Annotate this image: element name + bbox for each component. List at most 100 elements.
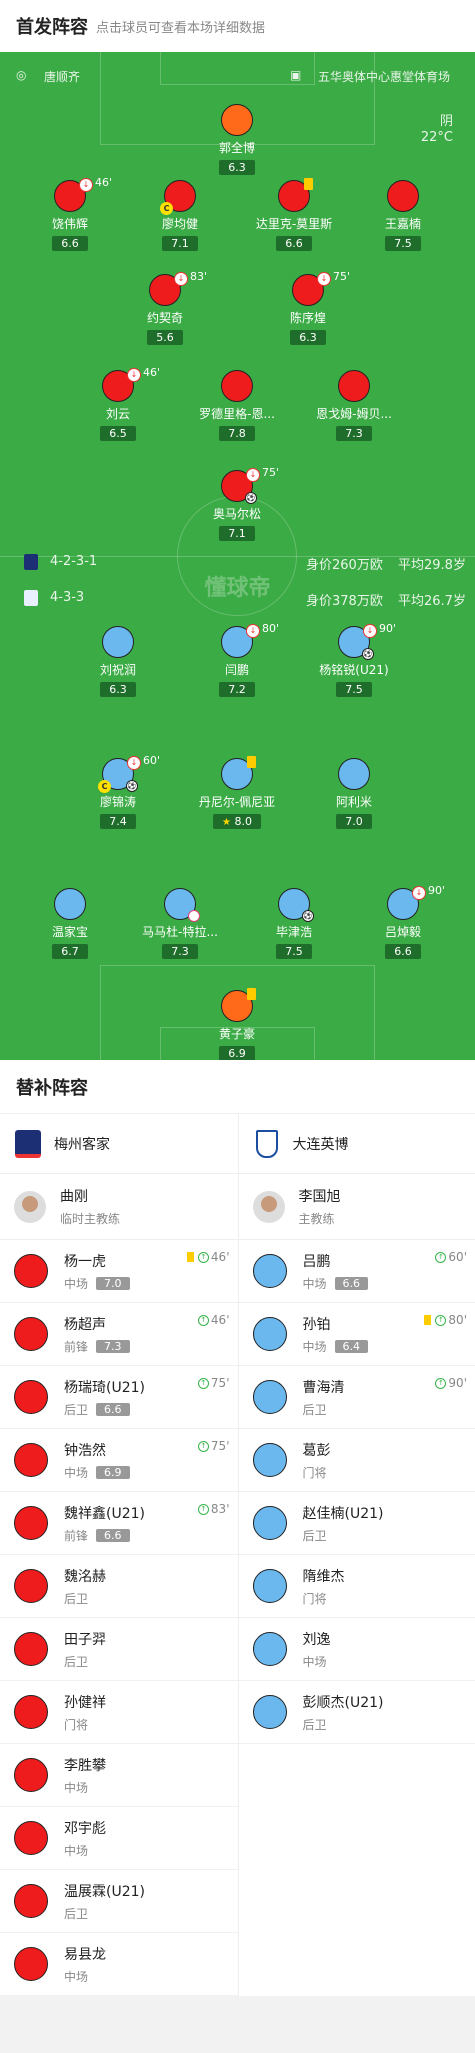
sub-player-row[interactable]: 隋维杰 门将 [238, 1555, 475, 1618]
player-away[interactable]: 马马杜-特拉... 7.3 [115, 888, 245, 959]
home-team[interactable]: 梅州客家 [0, 1114, 238, 1174]
sub-player-name: 田子羿 [64, 1631, 106, 1648]
sub-player-row[interactable]: 杨一虎 中场 7.0 ↑ 46' [0, 1240, 238, 1303]
whistle-icon: ◎ [16, 68, 27, 82]
sub-on-event: ↑ 90' [435, 1376, 467, 1390]
player-dot [14, 1380, 48, 1414]
player-dot [14, 1443, 48, 1477]
away-formation-row: 4-3-3 身价378万欧 平均26.7岁 [0, 590, 475, 610]
avatar [14, 1190, 46, 1223]
sub-player-row[interactable]: 孙健祥 门将 [0, 1681, 238, 1744]
sub-player-row[interactable]: 杨瑞琦(U21) 后卫 6.6 ↑ 75' [0, 1366, 238, 1429]
player-away[interactable]: 阿利米 7.0 [289, 758, 419, 829]
sub-player-name: 魏洺赫 [64, 1568, 106, 1585]
player-away[interactable]: 刘祝润 6.3 [53, 626, 183, 697]
player-home[interactable]: 恩戈姆-姆贝... 7.3 [289, 370, 419, 441]
sub-player-row[interactable]: 曹海清 后卫 ↑ 90' [238, 1366, 475, 1429]
player-dot [14, 1506, 48, 1540]
sub-player-row[interactable]: 刘逸 中场 [238, 1618, 475, 1681]
player-home[interactable]: ↓ 83' 约契奇 5.6 [100, 270, 230, 345]
sub-player-position: 后卫 [302, 1402, 327, 1417]
sub-player-position: 门将 [302, 1591, 327, 1606]
home-team-logo [14, 1129, 42, 1159]
player-dot [14, 1947, 48, 1981]
player-dot [14, 1632, 48, 1666]
sub-player-name: 杨瑞琦(U21) [64, 1379, 145, 1396]
sub-player-row[interactable]: 孙铂 中场 6.4 ↑ 80' [238, 1303, 475, 1366]
sub-on-icon: ↑ [197, 1251, 209, 1263]
sub-player-position: 中场 [302, 1276, 327, 1291]
player-home[interactable]: 王嘉楠 7.5 [338, 180, 468, 251]
sub-player-row[interactable]: 易县龙 中场 [0, 1933, 238, 1996]
player-home[interactable]: C 廖均健 7.1 [115, 180, 245, 251]
sub-on-icon: ↑ [435, 1377, 447, 1389]
yellow-card-icon [304, 178, 313, 190]
yellow-card-icon [247, 988, 256, 1000]
sub-player-row[interactable]: 魏祥鑫(U21) 前锋 6.6 ↑ 83' [0, 1492, 238, 1555]
footer [0, 1996, 475, 2048]
sub-player-row[interactable]: 彭顺杰(U21) 后卫 [238, 1681, 475, 1744]
sub-player-name: 吕鹏 [302, 1253, 331, 1270]
sub-player-row[interactable]: 李胜攀 中场 [0, 1744, 238, 1807]
sub-player-row[interactable]: 赵佳楠(U21) 后卫 [238, 1492, 475, 1555]
assist-icon: ⚽ [126, 780, 138, 792]
sub-player-position: 中场 [64, 1276, 89, 1291]
player-dot [14, 1695, 48, 1729]
away-team-logo [253, 1129, 281, 1159]
away-badge-icon [24, 590, 38, 606]
sub-player-row[interactable]: 吕鹏 中场 6.6 ↑ 60' [238, 1240, 475, 1303]
home-age: 平均29.8岁 [398, 558, 466, 573]
player-dot [14, 1317, 48, 1351]
sub-off-icon: ↓ [246, 468, 260, 482]
sub-player-position: 前锋 [64, 1528, 89, 1543]
weather: 阴 [439, 114, 453, 129]
sub-player-position: 后卫 [64, 1402, 89, 1417]
sub-on-icon: ↑ [197, 1377, 209, 1389]
player-home[interactable]: 罗德里格-恩... 7.8 [172, 370, 302, 441]
player-dot [252, 1443, 287, 1477]
sub-player-row[interactable]: 温展霖(U21) 后卫 [0, 1870, 238, 1933]
sub-player-rating: 6.4 [334, 1339, 369, 1353]
sub-player-name: 孙健祥 [64, 1694, 106, 1711]
sub-player-position: 中场 [64, 1780, 89, 1795]
player-away-motm[interactable]: 丹尼尔-佩尼亚 ★ 8.0 [172, 756, 302, 829]
player-away[interactable]: ↓ 60' C ⚽ 廖锦涛 7.4 [53, 754, 183, 829]
player-away[interactable]: ↓ 90' ⚽ 杨铭锐(U21) 7.5 [289, 622, 419, 697]
sub-player-position: 后卫 [302, 1528, 327, 1543]
player-home[interactable]: ↓ 75' ⚽ 奥马尔松 7.1 [172, 466, 302, 541]
temperature: 22°C [420, 130, 453, 145]
sub-player-name: 邓宇彪 [64, 1820, 106, 1837]
sub-player-row[interactable]: 杨超声 前锋 7.3 ↑ 46' [0, 1303, 238, 1366]
sub-player-name: 孙铂 [302, 1316, 331, 1333]
sub-on-event: ↑ 46' [186, 1250, 230, 1264]
sub-player-row[interactable]: 邓宇彪 中场 [0, 1807, 238, 1870]
sub-player-row[interactable]: 葛彭 门将 [238, 1429, 475, 1492]
sub-player-position: 前锋 [64, 1339, 89, 1354]
home-subs-list: 杨一虎 中场 7.0 ↑ 46' 杨超声 前锋 7.3 ↑ 46' 杨瑞琦(U21) 后卫 6.6 ↑ 75… [0, 1240, 238, 1996]
sub-player-position: 中场 [64, 1465, 89, 1480]
sub-player-row[interactable]: 田子羿 后卫 [0, 1618, 238, 1681]
player-away-gk[interactable]: 黄子豪 6.9 [172, 988, 302, 1060]
player-dot [252, 1380, 287, 1414]
player-home-gk[interactable]: 郭全博 6.3 [172, 104, 302, 175]
sub-player-name: 杨超声 [64, 1316, 106, 1333]
sub-on-icon: ↑ [197, 1503, 209, 1515]
player-home[interactable]: ↓ 75' 陈序煌 6.3 [243, 270, 373, 345]
player-home[interactable]: ↓ 46' 刘云 6.5 [53, 366, 183, 441]
referee-name: 唐顺齐 [44, 70, 81, 84]
away-team[interactable]: 大连英博 [238, 1114, 475, 1174]
home-coach[interactable]: 曲刚 临时主教练 [0, 1174, 238, 1240]
goal-icon: ⚽ [302, 910, 314, 922]
home-formation-row: 4-2-3-1 身价260万欧 平均29.8岁 [0, 554, 475, 574]
sub-player-position: 后卫 [302, 1717, 327, 1732]
player-dot [252, 1695, 287, 1729]
player-away[interactable]: ↓ 80' 闫鹏 7.2 [172, 622, 302, 697]
sub-on-event: ↑ 46' [197, 1313, 230, 1327]
yellow-card-icon [424, 1315, 432, 1325]
sub-player-row[interactable]: 钟浩然 中场 6.9 ↑ 75' [0, 1429, 238, 1492]
sub-player-row[interactable]: 魏洺赫 后卫 [0, 1555, 238, 1618]
player-away[interactable]: ↓ 90' 吕焯毅 6.6 [338, 884, 468, 959]
captain-icon: C [98, 780, 111, 793]
away-coach[interactable]: 李国旭 主教练 [238, 1174, 475, 1240]
sub-player-name: 葛彭 [302, 1442, 331, 1459]
